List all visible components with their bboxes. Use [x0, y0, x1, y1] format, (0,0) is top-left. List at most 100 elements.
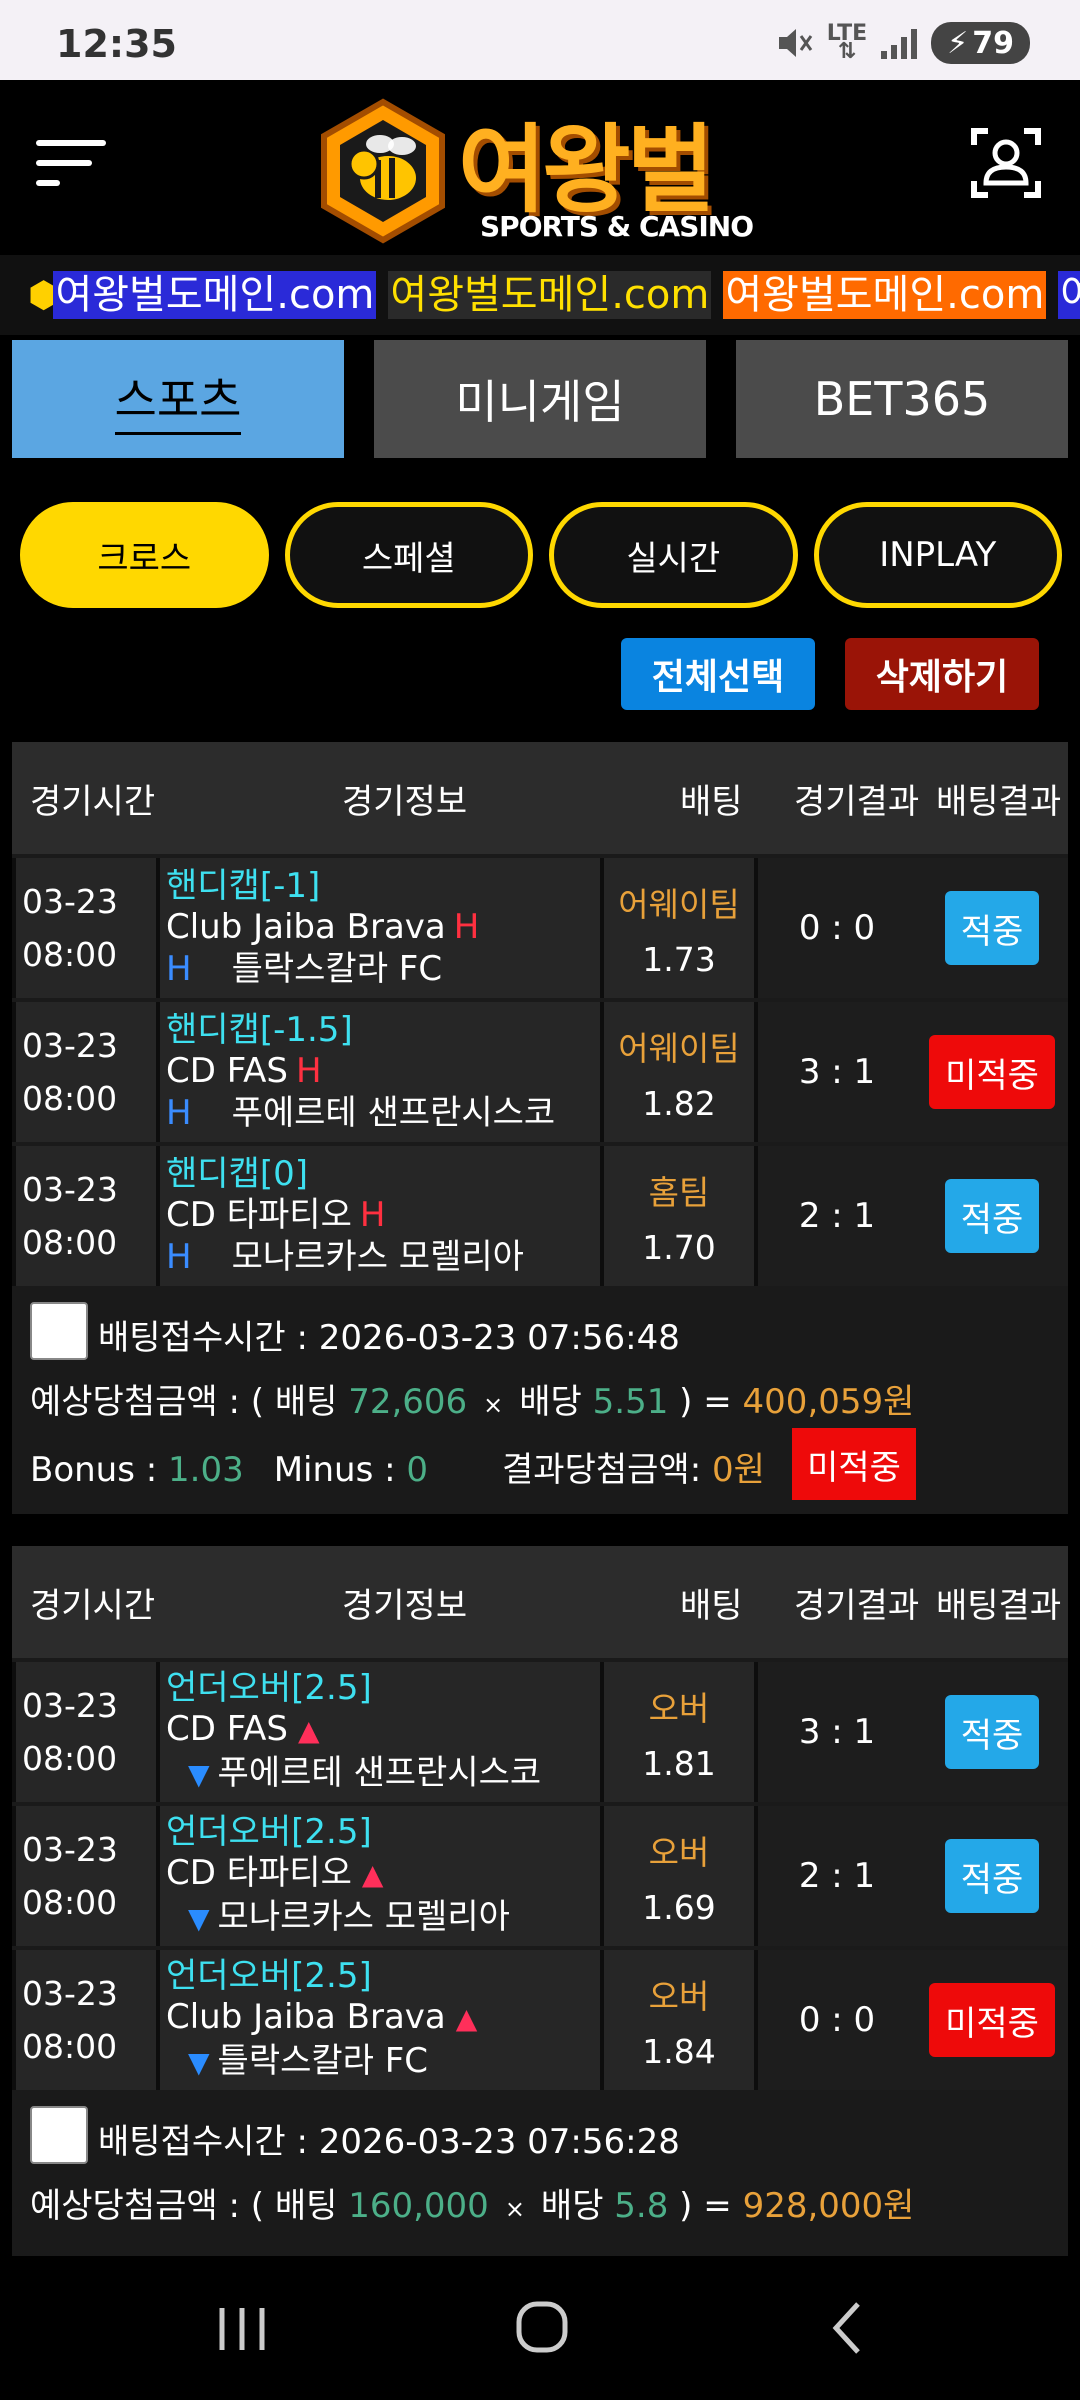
status-time: 12:35 — [56, 22, 177, 66]
main-tab-label: 미니게임 — [455, 375, 625, 429]
match-date: 03-23 — [22, 1974, 118, 2013]
away-team: ▼ 모나르카스 모렐리아 — [166, 1897, 600, 1939]
marquee-item[interactable]: 여왕벌도메인.com — [723, 271, 1047, 319]
away-team: ▼ 틀락스칼라 FC — [166, 2041, 600, 2083]
user-profile-icon[interactable] — [970, 127, 1042, 199]
column-header-time: 경기시간 — [30, 781, 156, 822]
bet-result: 적중 — [916, 1662, 1068, 1802]
brand-logo[interactable]: 여왕벌 SPORTS & CASINO — [318, 92, 758, 244]
match-score: 3 : 1 — [758, 1002, 916, 1142]
received-label: 배팅접수시간 : — [98, 2122, 319, 2162]
pick-odds: 1.69 — [642, 1887, 716, 1927]
bet-amount: 160,000 — [348, 2186, 489, 2226]
table-row: 03-23 08:00 언더오버[2.5] Club Jaiba Brava ▲ ▼ 틀락스… — [12, 1950, 1068, 2090]
table-row: 03-23 08:00 핸디캡[-1] Club Jaiba Brava H H 틀락스칼라… — [12, 858, 1068, 998]
match-info: 언더오버[2.5] CD FAS ▲ ▼ 푸에르테 샌프란시스코 — [160, 1662, 600, 1802]
marquee-item[interactable]: 여왕벌도메인.com — [53, 271, 377, 319]
sub-tab-3[interactable]: INPLAY — [813, 502, 1062, 608]
column-header-score: 경기결과 — [794, 1585, 920, 1626]
match-time: 03-23 08:00 — [16, 1806, 156, 1946]
main-tab-label: 스포츠 — [114, 364, 242, 435]
expected-payout-line: 예상당첨금액 : ( 배팅 72,606 × 배당 5.51 ) = 400,059… — [30, 1374, 914, 1423]
marquee-item[interactable]: 여왕벌도메인.com — [388, 271, 712, 319]
recent-apps-icon[interactable] — [202, 2292, 282, 2364]
home-team: CD 타파티오 H — [166, 1195, 600, 1235]
market-label: 언더오버[2.5] — [166, 1812, 372, 1852]
match-score: 2 : 1 — [758, 1146, 916, 1286]
column-header-score: 경기결과 — [794, 781, 920, 822]
main-tabs: 스포츠 미니게임 BET365 — [12, 340, 1068, 458]
total-odds: 5.8 — [614, 2186, 669, 2226]
main-tab-1[interactable]: 미니게임 — [374, 340, 706, 458]
match-clock: 08:00 — [22, 935, 118, 974]
main-tab-0[interactable]: 스포츠 — [12, 340, 344, 458]
delete-button[interactable]: 삭제하기 — [845, 638, 1039, 710]
expected-payout: 928,000원 — [742, 2186, 915, 2226]
marquee-item[interactable]: 여 — [1058, 271, 1080, 319]
times-sign: × — [504, 2195, 525, 2223]
bet-pick: 오버 1.81 — [604, 1662, 754, 1802]
result-badge: 미적중 — [929, 1983, 1055, 2057]
slip-summary: 배팅접수시간 : 2026-03-23 07:56:28 예상당첨금액 : ( 배… — [12, 2094, 1068, 2256]
home-icon[interactable] — [502, 2292, 582, 2364]
match-info: 언더오버[2.5] Club Jaiba Brava ▲ ▼ 틀락스칼라 FC — [160, 1950, 600, 2090]
column-header-time: 경기시간 — [30, 1585, 156, 1626]
bet-slip: 경기시간 경기정보 배팅 경기결과 배팅결과 03-23 08:00 언더오버[2.5] CD … — [12, 1546, 1068, 2256]
home-team-name: CD FAS — [166, 1051, 289, 1091]
sub-tab-2[interactable]: 실시간 — [549, 502, 798, 608]
hamburger-menu-icon[interactable] — [36, 130, 110, 196]
away-team-name: 틀락스칼라 FC — [231, 949, 443, 989]
slip-select-checkbox[interactable] — [30, 1302, 88, 1360]
mute-icon — [775, 25, 813, 61]
charging-icon: ⚡ — [947, 25, 969, 61]
received-time-line: 배팅접수시간 : 2026-03-23 07:56:48 — [98, 1310, 680, 1359]
over-arrow-icon: ▲ — [361, 1858, 384, 1891]
bet-pick: 오버 1.84 — [604, 1950, 754, 2090]
select-all-button[interactable]: 전체선택 — [621, 638, 815, 710]
received-time: 2026-03-23 07:56:28 — [318, 2122, 680, 2162]
bet-result: 미적중 — [916, 1950, 1068, 2090]
result-badge: 미적중 — [929, 1035, 1055, 1109]
brand-subtitle: SPORTS & CASINO — [480, 210, 754, 243]
pick-label: 오버 — [648, 1976, 710, 2016]
home-team-name: Club Jaiba Brava — [166, 907, 446, 947]
back-icon[interactable] — [808, 2292, 888, 2364]
home-team-name: CD 타파티오 — [166, 1853, 352, 1893]
away-marker: H — [166, 949, 192, 989]
market-label: 핸디캡[-1] — [166, 866, 321, 906]
bet-pick: 홈팀 1.70 — [604, 1146, 754, 1286]
match-info: 핸디캡[-1.5] CD FAS H H 푸에르테 샌프란시스코 — [160, 1002, 600, 1142]
match-score: 3 : 1 — [758, 1662, 916, 1802]
network-type: LTE — [826, 21, 868, 46]
main-tab-2[interactable]: BET365 — [736, 340, 1068, 458]
bonus-label: Bonus : — [30, 1450, 169, 1490]
home-team: Club Jaiba Brava ▲ — [166, 1997, 600, 2039]
table-row: 03-23 08:00 핸디캡[0] CD 타파티오 H H 모나르카스 모렐리아 홈팀 1.7… — [12, 1146, 1068, 1286]
odds-label: 배당 — [519, 1382, 593, 1422]
pick-odds: 1.82 — [642, 1083, 716, 1123]
bet-result: 미적중 — [916, 1002, 1068, 1142]
match-date: 03-23 — [22, 1686, 118, 1725]
received-time-line: 배팅접수시간 : 2026-03-23 07:56:28 — [98, 2114, 680, 2163]
battery-indicator: ⚡ 79 — [931, 22, 1030, 64]
column-header-bet: 배팅 — [680, 781, 743, 822]
match-score: 0 : 0 — [758, 858, 916, 998]
signal-icon — [881, 27, 918, 59]
column-header-info: 경기정보 — [342, 1585, 468, 1626]
away-marker: H — [166, 1237, 192, 1277]
match-info: 언더오버[2.5] CD 타파티오 ▲ ▼ 모나르카스 모렐리아 — [160, 1806, 600, 1946]
sub-tab-0[interactable]: 크로스 — [20, 502, 269, 608]
match-time: 03-23 08:00 — [16, 1950, 156, 2090]
minus-value: 0 — [406, 1450, 429, 1490]
bonus-value: 1.03 — [168, 1450, 244, 1490]
slip-select-checkbox[interactable] — [30, 2106, 88, 2164]
pick-label: 오버 — [648, 1688, 710, 1728]
home-team: Club Jaiba Brava H — [166, 907, 600, 947]
final-label: 결과당첨금액: — [502, 1450, 712, 1490]
match-date: 03-23 — [22, 1026, 118, 1065]
bet-pick: 어웨이팀 1.82 — [604, 1002, 754, 1142]
sub-tab-1[interactable]: 스페셜 — [284, 502, 533, 608]
bet-amount: 72,606 — [348, 1382, 468, 1422]
table-row: 03-23 08:00 언더오버[2.5] CD FAS ▲ ▼ 푸에르테 샌프란시스코 오버… — [12, 1662, 1068, 1802]
table-row: 03-23 08:00 핸디캡[-1.5] CD FAS H H 푸에르테 샌프란시스코 어웨… — [12, 1002, 1068, 1142]
